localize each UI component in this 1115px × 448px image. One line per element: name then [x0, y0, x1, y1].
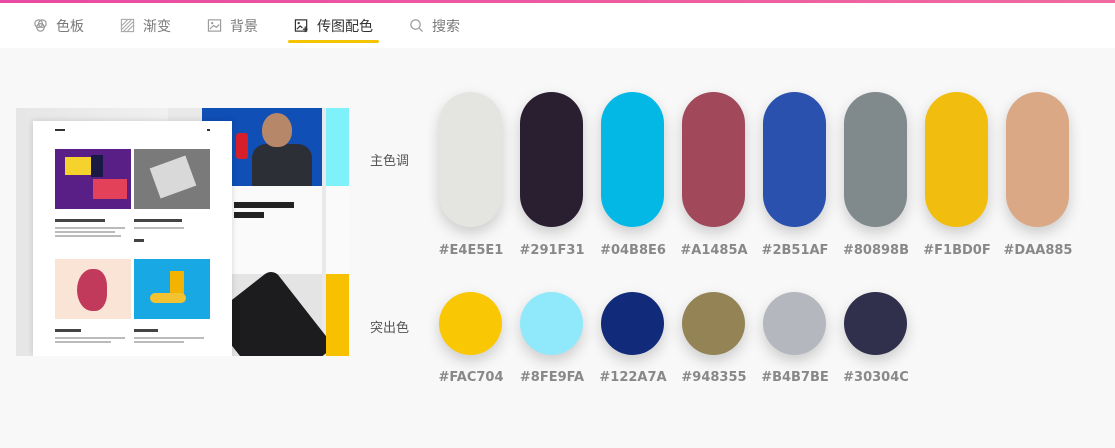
tab-background[interactable]: 背景 — [207, 3, 258, 48]
tab-label: 色板 — [56, 18, 84, 35]
tab-label: 传图配色 — [317, 18, 373, 35]
tab-label: 搜索 — [432, 18, 460, 35]
gradient-icon — [120, 18, 135, 33]
upload-image-icon — [294, 19, 308, 33]
highlight-color-hex[interactable]: #FAC704 — [426, 370, 516, 385]
primary-color-swatch[interactable] — [520, 92, 583, 227]
primary-color-hex[interactable]: #04B8E6 — [588, 243, 678, 258]
primary-color-hex[interactable]: #2B51AF — [750, 243, 840, 258]
primary-color-hex[interactable]: #F1BD0F — [912, 243, 1002, 258]
highlight-color-swatch[interactable] — [520, 292, 583, 355]
primary-color-hex[interactable]: #A1485A — [669, 243, 759, 258]
primary-color-hex[interactable]: #E4E5E1 — [426, 243, 516, 258]
uploaded-image-preview — [16, 108, 349, 356]
tab-palette[interactable]: 色板 — [33, 3, 84, 48]
tab-label: 渐变 — [143, 18, 171, 35]
tab-bar: 色板 渐变 背景 传图配色 搜索 — [0, 3, 1115, 48]
highlight-color-hex[interactable]: #30304C — [831, 370, 921, 385]
primary-colors-label: 主色调 — [370, 154, 410, 169]
palette-icon — [34, 19, 47, 32]
highlight-color-swatch[interactable] — [763, 292, 826, 355]
search-icon — [410, 19, 424, 33]
highlight-color-hex[interactable]: #B4B7BE — [750, 370, 840, 385]
tab-gradient[interactable]: 渐变 — [120, 3, 171, 48]
highlight-color-swatch[interactable] — [439, 292, 502, 355]
primary-color-swatch[interactable] — [601, 92, 664, 227]
highlight-color-hex[interactable]: #948355 — [669, 370, 759, 385]
primary-color-swatch[interactable] — [844, 92, 907, 227]
primary-color-hex[interactable]: #80898B — [831, 243, 921, 258]
highlight-color-hex[interactable]: #122A7A — [588, 370, 678, 385]
primary-color-hex[interactable]: #DAA885 — [993, 243, 1083, 258]
highlight-color-swatch[interactable] — [601, 292, 664, 355]
image-icon — [207, 19, 222, 32]
primary-color-swatch[interactable] — [1006, 92, 1069, 227]
tab-search[interactable]: 搜索 — [409, 3, 460, 48]
primary-color-swatch[interactable] — [925, 92, 988, 227]
highlight-color-swatch[interactable] — [682, 292, 745, 355]
tab-upload-image-colors[interactable]: 传图配色 — [288, 3, 379, 48]
primary-color-swatch[interactable] — [439, 92, 502, 227]
tab-label: 背景 — [230, 18, 258, 35]
primary-color-hex[interactable]: #291F31 — [507, 243, 597, 258]
highlight-color-swatch[interactable] — [844, 292, 907, 355]
primary-color-swatch[interactable] — [682, 92, 745, 227]
highlight-colors-label: 突出色 — [370, 321, 410, 336]
primary-color-swatch[interactable] — [763, 92, 826, 227]
highlight-color-hex[interactable]: #8FE9FA — [507, 370, 597, 385]
